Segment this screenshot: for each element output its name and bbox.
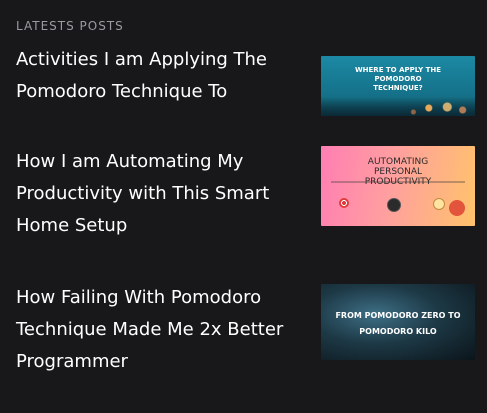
tomato-icon bbox=[449, 200, 465, 216]
post-item[interactable]: How I am Automating My Productivity with… bbox=[16, 146, 476, 246]
post-item[interactable]: Activities I am Applying The Pomodoro Te… bbox=[16, 44, 476, 124]
post-title-link[interactable]: How Failing With Pomodoro Technique Made… bbox=[16, 282, 301, 378]
thumbnail-caption: WHERE TO APPLY THE POMODORO TECHNIQUE? bbox=[354, 66, 442, 92]
thumbnail-background-lights bbox=[321, 96, 475, 116]
post-thumbnail[interactable]: FROM POMODORO ZERO TO POMODORO KILO bbox=[321, 284, 475, 360]
section-heading: LATESTS POSTS bbox=[16, 19, 124, 33]
post-thumbnail[interactable]: AUTOMATING PERSONAL PRODUCTIVITY bbox=[321, 146, 475, 226]
target-icon bbox=[339, 198, 349, 208]
thumbnail-caption: FROM POMODORO ZERO TO POMODORO KILO bbox=[335, 311, 461, 336]
post-title-link[interactable]: How I am Automating My Productivity with… bbox=[16, 146, 301, 242]
post-title-link[interactable]: Activities I am Applying The Pomodoro Te… bbox=[16, 44, 301, 108]
clock-icon bbox=[387, 198, 401, 212]
thumbnail-subtitle-line bbox=[331, 181, 465, 183]
post-item[interactable]: How Failing With Pomodoro Technique Made… bbox=[16, 282, 476, 382]
gear-icon bbox=[433, 198, 445, 210]
post-thumbnail[interactable]: WHERE TO APPLY THE POMODORO TECHNIQUE? bbox=[321, 56, 475, 116]
